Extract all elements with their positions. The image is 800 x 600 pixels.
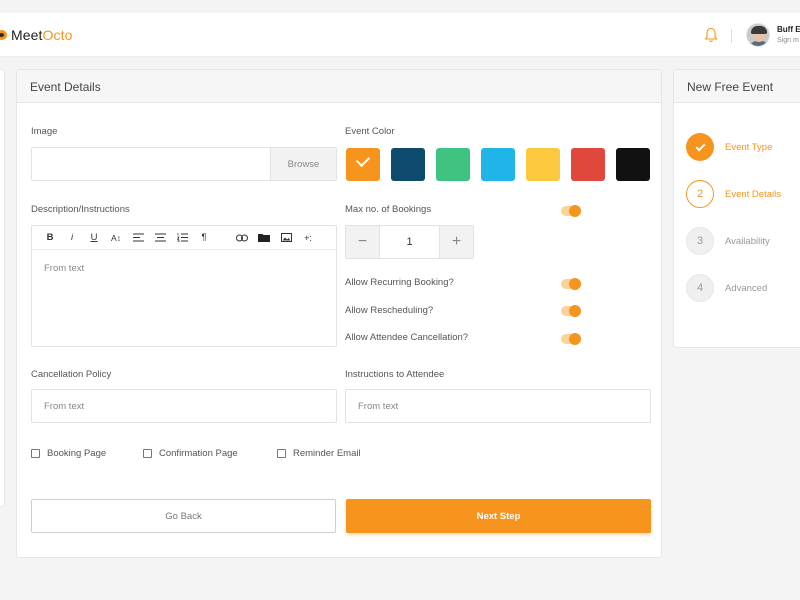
step-label: Event Details [725,188,781,200]
wizard-steps-card: New Free Event Event Type 2 Event Detail… [673,69,800,348]
italic-button[interactable]: i [61,230,83,246]
octopus-logo-icon [0,30,7,40]
checkbox-box[interactable] [277,449,286,458]
avatar-hair [751,26,767,34]
bold-button[interactable]: B [39,230,61,246]
allow-rescheduling-toggle[interactable] [561,305,581,317]
max-bookings-stepper: − 1 + [345,225,474,259]
allow-recurring-label: Allow Recurring Booking? [345,277,454,288]
step-label: Advanced [725,282,768,294]
cancellation-policy-input[interactable]: From text [31,389,337,423]
editor-placeholder[interactable]: From text [32,250,336,287]
booking-page-checkbox[interactable]: Booking Page [31,448,106,459]
max-bookings-toggle[interactable] [561,205,581,217]
link-icon[interactable] [231,230,253,246]
confirmation-page-checkbox[interactable]: Confirmation Page [143,448,238,459]
color-swatch-group [346,148,650,181]
next-step-button[interactable]: Next Step [346,499,651,533]
allow-cancellation-toggle[interactable] [561,333,581,345]
browse-button[interactable]: Browse [270,148,336,180]
toggle-knob [569,305,581,317]
step-label: Availability [725,235,770,247]
event-color-label: Event Color [345,126,395,137]
max-bookings-label: Max no. of Bookings [345,204,432,215]
increment-button[interactable]: + [440,226,473,258]
align-center-icon[interactable] [149,230,171,246]
brand-prefix: Meet [11,27,43,43]
side-card-title: New Free Event [674,70,800,103]
checkbox-box[interactable] [143,449,152,458]
color-swatch-orange[interactable] [346,148,380,181]
step-event-type[interactable]: Event Type [686,133,772,161]
step-advanced[interactable]: 4 Advanced [686,274,767,302]
check-icon [355,152,371,168]
image-icon[interactable] [275,230,297,246]
card-title: Event Details [17,70,661,103]
description-label: Description/Instructions [31,204,130,215]
step-event-details[interactable]: 2 Event Details [686,180,781,208]
decrement-button[interactable]: − [346,226,379,258]
user-signout-link[interactable]: Sign m [777,37,799,44]
brand-suffix: Octo [42,27,73,43]
editor-toolbar: B i U A↕ ¶ +: [32,226,336,250]
step-label: Event Type [725,141,773,153]
image-label: Image [31,126,58,137]
color-swatch-navy[interactable] [391,148,425,181]
user-name[interactable]: Buff E [777,25,800,34]
instructions-label: Instructions to Attendee [345,369,445,380]
bell-icon[interactable] [704,27,718,43]
event-details-card: Event Details Image Browse Event Color D… [16,69,662,558]
step-number-circle: 4 [686,274,714,302]
color-swatch-green[interactable] [436,148,470,181]
underline-button[interactable]: U [83,230,105,246]
color-swatch-red[interactable] [571,148,605,181]
left-panel-edge [0,69,5,507]
folder-icon[interactable] [253,230,275,246]
cancellation-policy-label: Cancellation Policy [31,369,112,380]
step-availability[interactable]: 3 Availability [686,227,770,255]
brand-logo[interactable]: MeetOcto [0,27,73,43]
align-left-icon[interactable] [127,230,149,246]
more-options-button[interactable]: +: [297,230,319,246]
top-bar: MeetOcto Buff E Sign m [0,13,800,56]
reminder-email-checkbox[interactable]: Reminder Email [277,448,361,459]
step-number-circle: 3 [686,227,714,255]
header-divider [731,29,732,43]
ordered-list-icon[interactable] [171,230,193,246]
max-bookings-value[interactable]: 1 [379,226,440,258]
check-icon [695,141,705,151]
toggle-knob [569,333,581,345]
checkbox-label: Booking Page [47,448,107,459]
go-back-button[interactable]: Go Back [31,499,336,533]
instructions-input[interactable]: From text [345,389,651,423]
step-done-circle [686,133,714,161]
description-editor[interactable]: B i U A↕ ¶ +: From text [31,225,337,347]
color-swatch-sky-blue[interactable] [481,148,515,181]
step-number-circle: 2 [686,180,714,208]
toggle-knob [569,278,581,290]
brand-name: MeetOcto [11,27,73,43]
image-upload-field[interactable]: Browse [31,147,337,181]
allow-recurring-toggle[interactable] [561,278,581,290]
checkbox-label: Confirmation Page [159,448,238,459]
checkbox-label: Reminder Email [293,448,361,459]
allow-cancellation-label: Allow Attendee Cancellation? [345,332,469,343]
checkbox-box[interactable] [31,449,40,458]
paragraph-button[interactable]: ¶ [193,230,215,246]
avatar[interactable] [746,23,770,47]
font-size-button[interactable]: A↕ [105,230,127,246]
toggle-knob [569,205,581,217]
color-swatch-black[interactable] [616,148,650,181]
color-swatch-yellow[interactable] [526,148,560,181]
allow-rescheduling-label: Allow Rescheduling? [345,305,434,316]
